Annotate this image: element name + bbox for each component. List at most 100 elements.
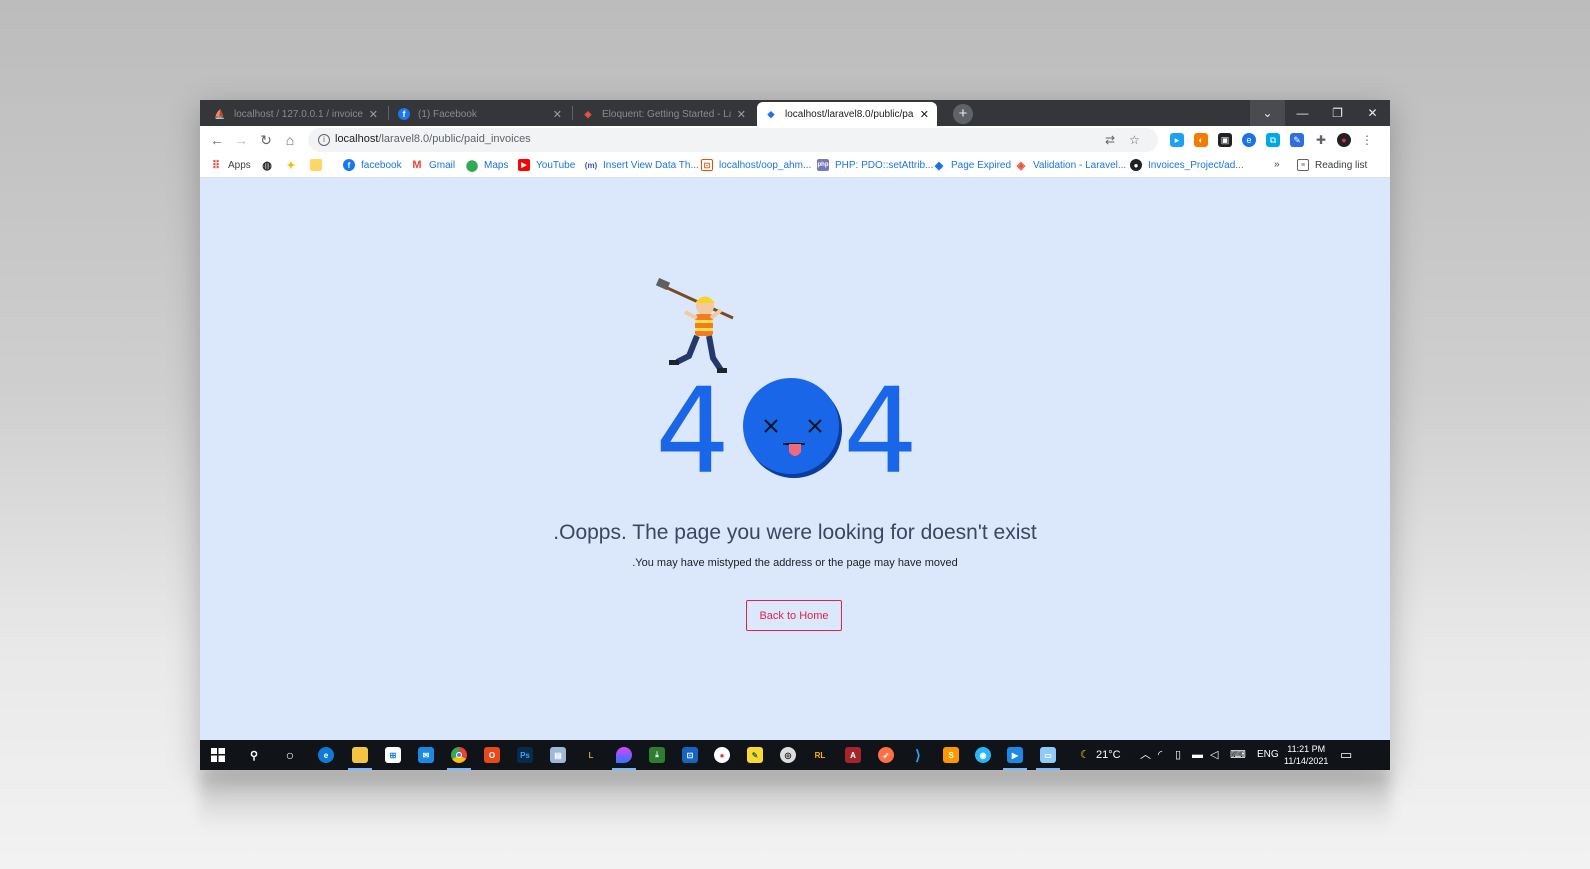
bookmark-globe[interactable]: ◍ <box>261 159 279 172</box>
bookmark-github-invoices[interactable]: ● Invoices_Project/ad... <box>1130 159 1244 171</box>
app-book-icon[interactable]: ▤ <box>548 745 568 765</box>
battery-icon[interactable]: ▬ <box>1192 740 1203 770</box>
chrome-icon[interactable] <box>449 745 469 765</box>
bookmark-localhost-oop[interactable]: ⊡ localhost/oop_ahm... <box>701 159 811 171</box>
browser-toolbar: ← → ↻ ⌂ i localhost/laravel8.0/public/pa… <box>200 126 1390 154</box>
notification-icon[interactable]: ▭ <box>1340 740 1352 770</box>
tab-strip: ⛵ localhost / 127.0.0.1 / invoices / ...… <box>200 100 1390 126</box>
address-url[interactable]: localhost/laravel8.0/public/paid_invoice… <box>335 133 531 145</box>
running-indicator <box>1003 768 1027 770</box>
snipping-icon[interactable]: ⊡ <box>680 745 700 765</box>
site-icon: ⊡ <box>701 159 713 171</box>
extension-off-icon[interactable]: ◐ <box>1194 133 1208 147</box>
close-icon[interactable]: ✕ <box>369 108 378 121</box>
clock-date: 11/14/2021 <box>1284 756 1329 766</box>
menu-kebab-icon[interactable]: ⋮ <box>1360 133 1374 147</box>
restore-button[interactable]: ❐ <box>1320 100 1355 126</box>
network-icon[interactable]: ◜ <box>1158 740 1162 770</box>
window-reflection <box>200 770 1390 830</box>
new-tab-button[interactable]: + <box>953 104 973 124</box>
tab-laravel-docs[interactable]: ◈ Eloquent: Getting Started - Larav... ✕ <box>574 102 754 126</box>
tab-label: localhost / 127.0.0.1 / invoices / ... <box>234 108 363 120</box>
bookmark-star-icon[interactable]: ☆ <box>1129 133 1140 147</box>
running-indicator <box>447 768 471 770</box>
vscode-icon[interactable]: ⟩ <box>908 745 928 765</box>
bookmark-validation-laravel[interactable]: ◈ Validation - Laravel... <box>1015 159 1126 172</box>
tray-overflow-icon[interactable]: ︿ <box>1140 740 1151 770</box>
reload-button[interactable]: ↻ <box>256 130 276 150</box>
close-window-button[interactable]: ✕ <box>1355 100 1390 126</box>
start-button[interactable] <box>208 745 228 765</box>
forward-button[interactable]: → <box>231 130 251 150</box>
bookmark-pinwheel[interactable]: ✦ <box>285 159 303 172</box>
tab-search-button[interactable]: ⌄ <box>1250 100 1285 126</box>
extension-edge-icon[interactable]: e <box>1242 133 1256 147</box>
tab-facebook[interactable]: f (1) Facebook ✕ <box>390 102 570 126</box>
edge-browser-icon[interactable]: e <box>316 745 336 765</box>
bookmark-php-pdo[interactable]: php PHP: PDO::setAttrib... <box>817 159 933 171</box>
translate-icon[interactable]: ⇄ <box>1105 133 1115 147</box>
tab-phpmyadmin[interactable]: ⛵ localhost / 127.0.0.1 / invoices / ...… <box>206 102 386 126</box>
back-button[interactable]: ← <box>207 130 227 150</box>
bookmark-gmail[interactable]: M Gmail <box>411 159 455 171</box>
pinwheel-icon: ✦ <box>286 159 296 172</box>
office-icon[interactable]: O <box>482 745 502 765</box>
close-icon[interactable]: ✕ <box>920 108 929 121</box>
close-icon[interactable]: ✕ <box>737 108 746 121</box>
bookmark-maps[interactable]: ⬤ Maps <box>465 159 509 172</box>
league-icon[interactable]: L <box>581 745 601 765</box>
weather-moon-icon[interactable]: ☾ <box>1080 740 1090 770</box>
extension-copy-icon[interactable]: ⧉ <box>1266 133 1280 147</box>
facebook-icon: f <box>398 108 410 120</box>
volume-icon[interactable]: ◁ <box>1210 740 1218 770</box>
bookmark-insert-view[interactable]: (m) Insert View Data Th... <box>585 159 699 171</box>
laravel-icon: ◈ <box>584 108 592 119</box>
site-info-icon[interactable]: i <box>318 134 330 146</box>
photo-app-icon[interactable]: ◉ <box>973 745 993 765</box>
search-icon[interactable]: ⚲ <box>244 745 264 765</box>
keyboard-icon[interactable]: ⌨ <box>1230 740 1246 770</box>
mail-icon[interactable]: ✉ <box>416 745 436 765</box>
bookmarks-overflow-button[interactable]: » <box>1274 159 1280 170</box>
weather-temperature[interactable]: 21°C <box>1096 740 1121 770</box>
php-icon: php <box>817 159 829 171</box>
maps-icon: ⬤ <box>465 159 479 172</box>
back-to-home-button[interactable]: Back to Home <box>746 600 842 631</box>
browser-window: ⛵ localhost / 127.0.0.1 / invoices / ...… <box>200 100 1390 770</box>
tab-paid-invoices[interactable]: ◆ localhost/laravel8.0/public/paid_... ✕ <box>757 102 937 126</box>
error-digit-left: 4 <box>655 362 731 500</box>
access-icon[interactable]: A <box>843 745 863 765</box>
obs-icon[interactable]: ◎ <box>778 745 798 765</box>
input-language[interactable]: ENG <box>1257 740 1279 770</box>
notes-icon[interactable]: ✎ <box>745 745 765 765</box>
media-app-icon[interactable]: ▶ <box>1005 745 1025 765</box>
installer-icon[interactable]: ⤓ <box>647 745 667 765</box>
bookmark-facebook[interactable]: f facebook <box>343 159 402 171</box>
minimize-button[interactable]: — <box>1285 100 1320 126</box>
close-icon[interactable]: ✕ <box>553 108 562 121</box>
compass-app-icon[interactable]: ➶ <box>876 745 896 765</box>
bookmark-page-expired[interactable]: ◆ Page Expired <box>933 159 1011 172</box>
clock[interactable]: 11:21 PM 11/14/2021 <box>1284 743 1328 767</box>
cortana-icon[interactable]: ○ <box>280 745 300 765</box>
bookmark-youtube[interactable]: ▶ YouTube <box>518 159 575 171</box>
photoshop-icon[interactable]: Ps <box>515 745 535 765</box>
extension-pen-icon[interactable]: ✎ <box>1290 133 1304 147</box>
sublime-icon[interactable]: S <box>941 745 961 765</box>
bookmark-folder[interactable] <box>310 159 328 171</box>
file-explorer-icon[interactable] <box>350 745 370 765</box>
extensions-puzzle-icon[interactable]: ✚ <box>1314 133 1328 147</box>
extension-blue-icon[interactable]: ▸ <box>1170 133 1184 147</box>
store-icon[interactable]: ⊞ <box>383 745 403 765</box>
record-icon[interactable]: ● <box>712 745 732 765</box>
profile-avatar[interactable]: ● <box>1337 133 1351 147</box>
rl-app-icon[interactable]: RL <box>810 745 830 765</box>
bookmark-apps[interactable]: ⠿ Apps <box>210 159 251 172</box>
device-icon[interactable]: ▯ <box>1175 740 1181 770</box>
reading-list-button[interactable]: ≡ Reading list <box>1297 159 1367 171</box>
screen-app-icon[interactable]: ▭ <box>1038 745 1058 765</box>
address-bar[interactable]: i localhost/laravel8.0/public/paid_invoi… <box>308 128 1158 152</box>
extension-badge-icon[interactable]: ▣ <box>1218 133 1232 147</box>
drop-app-icon[interactable] <box>614 745 634 765</box>
home-button[interactable]: ⌂ <box>280 130 300 150</box>
